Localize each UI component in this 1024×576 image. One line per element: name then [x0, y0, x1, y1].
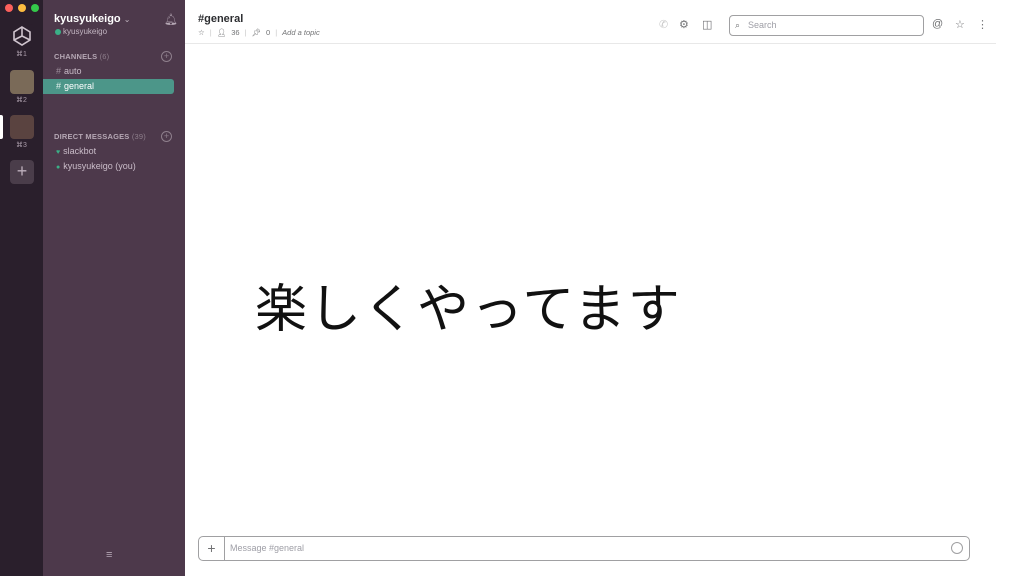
divider: |: [209, 28, 212, 37]
dm-count: (39): [131, 132, 146, 141]
add-channel-icon[interactable]: +: [161, 51, 172, 62]
sidebar: kyusyukeigo ⌄ 🔔︎ kyusyukeigo CHANNELS (6…: [43, 0, 185, 576]
phone-icon[interactable]: ✆: [659, 18, 668, 31]
quick-switcher-icon[interactable]: ≡: [106, 549, 112, 561]
window-zoom-button[interactable]: [31, 4, 39, 12]
channel-item-general[interactable]: # general: [43, 79, 174, 94]
divider: |: [244, 28, 247, 37]
channels-header[interactable]: CHANNELS (6): [54, 52, 109, 61]
message-input[interactable]: Message #general: [230, 537, 304, 560]
presence-icon: ●: [56, 164, 61, 171]
message-composer[interactable]: + Message #general: [198, 536, 970, 561]
channel-title: #general: [198, 13, 244, 25]
channel-label: auto: [64, 66, 82, 76]
team-avatar-2[interactable]: [10, 70, 34, 94]
starred-icon[interactable]: ☆: [955, 18, 965, 31]
add-topic-link[interactable]: Add a topic: [282, 28, 320, 37]
channel-meta: ☆ | 👤︎ 36 | 📌︎ 0 | Add a topic: [198, 28, 320, 37]
add-dm-icon[interactable]: +: [161, 131, 172, 142]
more-icon[interactable]: ⋮: [977, 18, 988, 31]
star-icon[interactable]: ☆: [198, 28, 205, 37]
team-name-label: kyusyukeigo: [54, 13, 121, 25]
team-switcher: ⌘1 ⌘2 ⌘3 +: [0, 0, 43, 576]
user-name: kyusyukeigo: [63, 27, 108, 36]
presence-dot: [55, 29, 61, 35]
divider: |: [275, 28, 278, 37]
emoji-icon[interactable]: [951, 542, 963, 554]
bell-icon[interactable]: 🔔︎: [164, 13, 178, 26]
chevron-down-icon: ⌄: [123, 15, 131, 24]
team-shortcut-2: ⌘2: [16, 97, 27, 104]
message-text: 楽しくやってます: [255, 280, 682, 340]
window-edge: [996, 0, 1024, 576]
members-icon[interactable]: 👤︎: [217, 28, 227, 37]
search-icon: ⌕: [735, 20, 741, 30]
team-shortcut-3: ⌘3: [16, 142, 27, 149]
team-unity-icon[interactable]: [10, 24, 34, 48]
sidebar-toggle-icon[interactable]: ◫: [702, 18, 712, 31]
dm-label: slackbot: [63, 146, 97, 156]
hash-icon: #: [56, 66, 62, 76]
dm-item-slackbot[interactable]: ♥ slackbot: [43, 144, 174, 159]
window-close-button[interactable]: [5, 4, 13, 12]
unity-logo-icon: [13, 26, 31, 46]
heart-icon: ♥: [56, 149, 61, 156]
dm-header-label: DIRECT MESSAGES: [54, 132, 130, 141]
message-pane: 楽しくやってます: [185, 45, 996, 525]
pin-count[interactable]: 0: [266, 28, 270, 37]
member-count[interactable]: 36: [231, 28, 239, 37]
add-team-button[interactable]: +: [10, 160, 34, 184]
gear-icon[interactable]: ⚙: [679, 18, 689, 31]
dm-label: kyusyukeigo (you): [63, 161, 136, 171]
channel-item-auto[interactable]: # auto: [43, 64, 174, 79]
mentions-icon[interactable]: @: [932, 18, 943, 30]
channels-count: (6): [99, 52, 110, 61]
search-placeholder: Search: [748, 20, 777, 30]
team-name[interactable]: kyusyukeigo ⌄: [54, 13, 130, 25]
team-avatar-3[interactable]: [10, 115, 34, 139]
dm-header[interactable]: DIRECT MESSAGES (39): [54, 132, 146, 141]
pin-icon[interactable]: 📌︎: [252, 28, 262, 37]
channels-header-label: CHANNELS: [54, 52, 98, 61]
window-minimize-button[interactable]: [18, 4, 26, 12]
channel-label: general: [64, 81, 95, 91]
team-shortcut-1: ⌘1: [16, 51, 27, 58]
channel-header: #general ☆ | 👤︎ 36 | 📌︎ 0 | Add a topic …: [185, 0, 996, 44]
search-input[interactable]: ⌕ Search: [729, 15, 924, 36]
active-team-marker: [0, 115, 3, 139]
hash-icon: #: [56, 81, 62, 91]
dm-item-self[interactable]: ● kyusyukeigo (you): [43, 159, 174, 174]
attach-button[interactable]: +: [199, 537, 225, 560]
